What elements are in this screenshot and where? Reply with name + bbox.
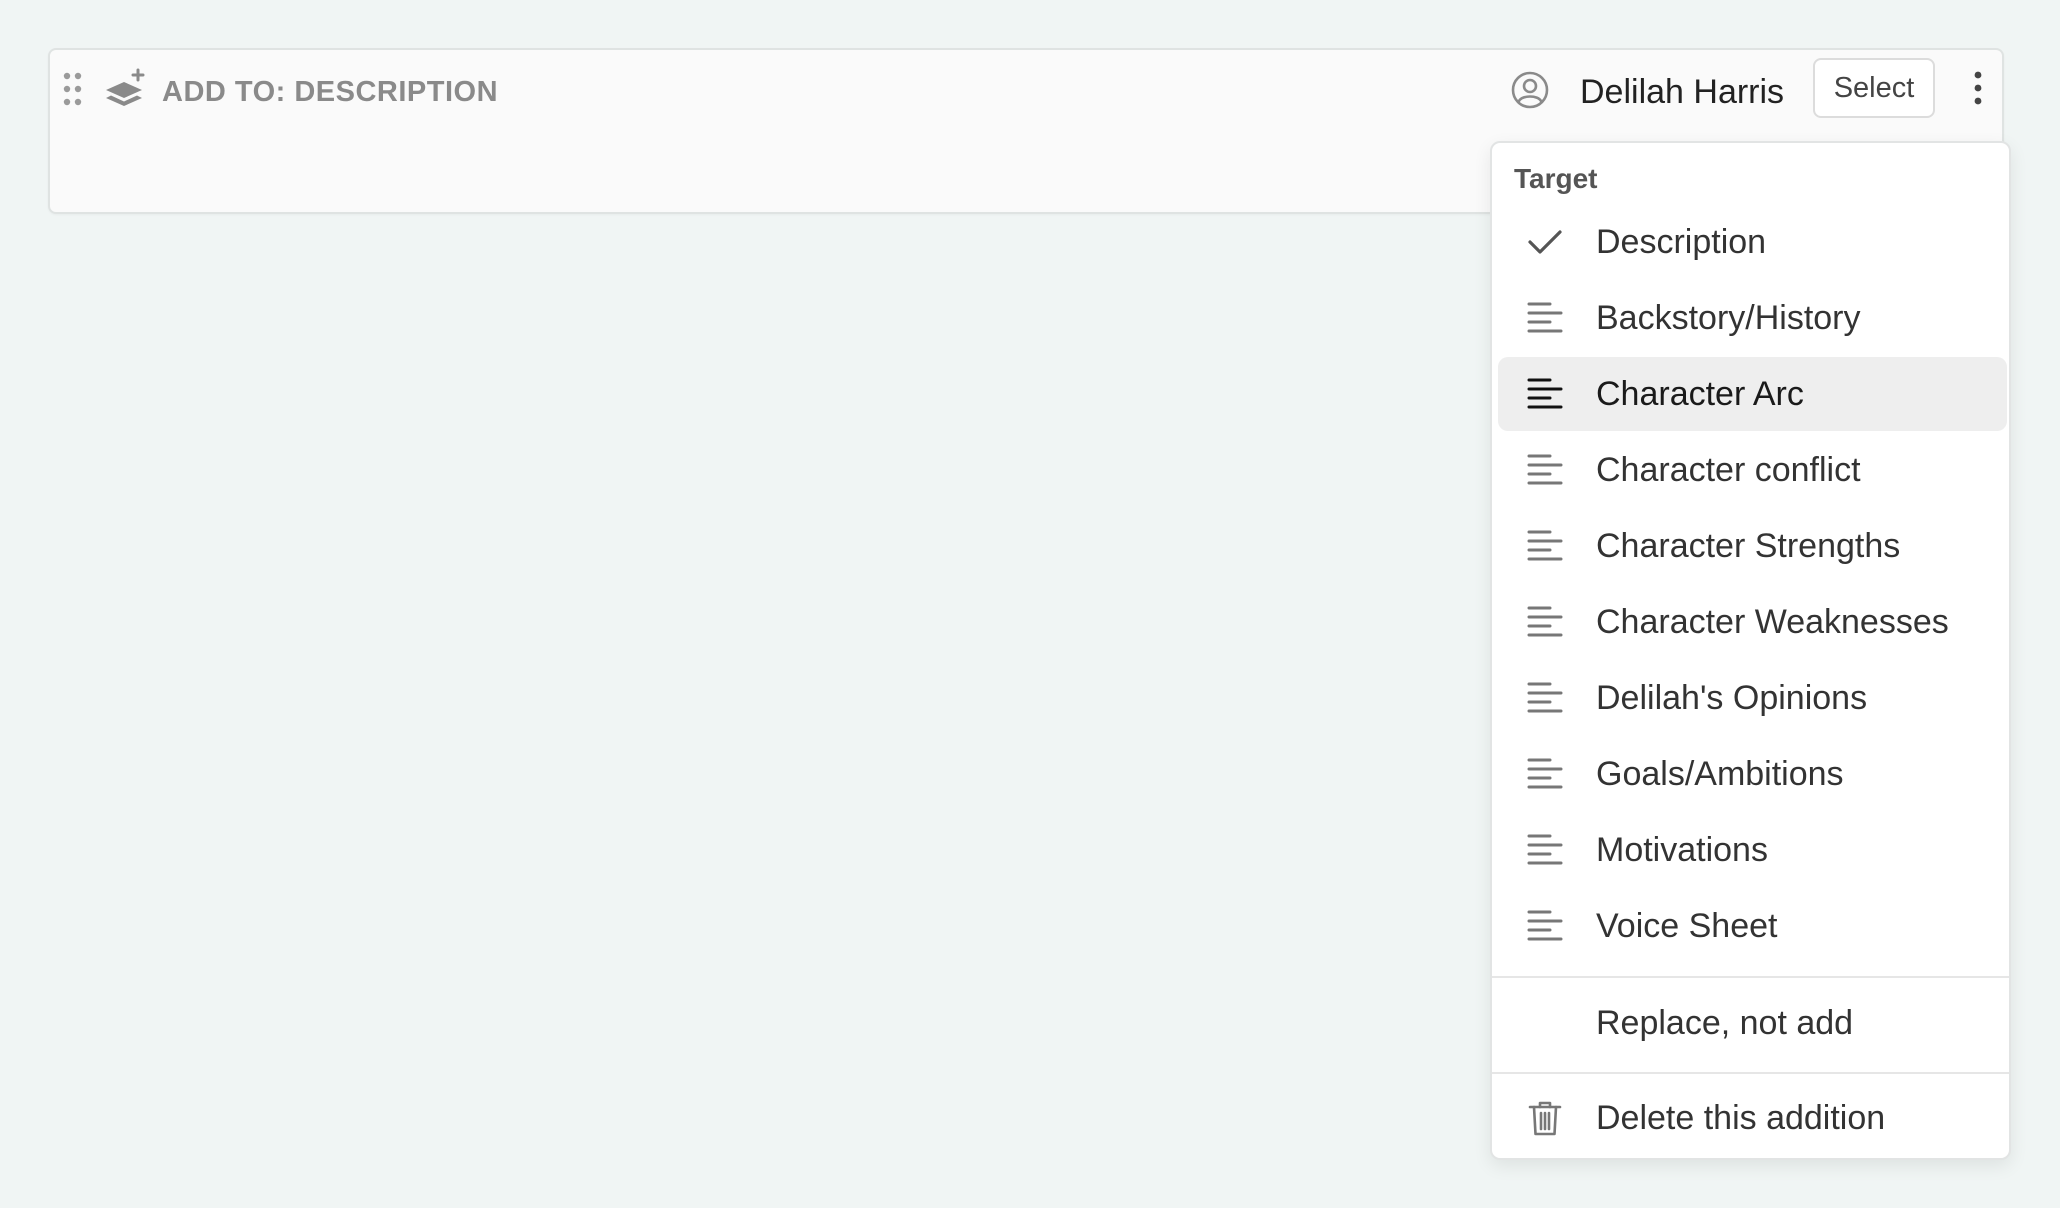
menu-item-voice-sheet[interactable]: Voice Sheet — [1498, 889, 2007, 963]
menu-item-label: Delete this addition — [1596, 1099, 1886, 1137]
menu-item-label: Voice Sheet — [1596, 907, 1778, 945]
menu-divider — [1492, 1072, 2009, 1074]
menu-item-delilahs-opinions[interactable]: Delilah's Opinions — [1498, 661, 2007, 735]
select-button[interactable]: Select — [1813, 58, 1935, 118]
menu-item-label: Delilah's Opinions — [1596, 679, 1868, 717]
text-lines-icon — [1527, 758, 1563, 789]
menu-item-label: Description — [1596, 223, 1767, 261]
text-lines-icon — [1527, 606, 1563, 637]
text-lines-icon — [1527, 302, 1563, 333]
trash-icon — [1528, 1101, 1562, 1136]
menu-item-goals-ambitions[interactable]: Goals/Ambitions — [1498, 737, 2007, 811]
card-title: ADD TO: DESCRIPTION — [162, 76, 499, 108]
user-circle-icon — [1511, 71, 1549, 109]
menu-item-label: Character Arc — [1596, 375, 1804, 413]
menu-item-label: Replace, not add — [1596, 1004, 1854, 1042]
menu-item-label: Character conflict — [1596, 451, 1861, 489]
layers-plus-icon — [106, 68, 145, 106]
user-name: Delilah Harris — [1580, 73, 1785, 111]
replace-not-add-option[interactable]: Replace, not add — [1498, 986, 2007, 1060]
menu-item-character-conflict[interactable]: Character conflict — [1498, 433, 2007, 507]
menu-item-description[interactable]: Description — [1498, 205, 2007, 279]
menu-item-label: Character Weaknesses — [1596, 603, 1949, 641]
menu-item-label: Backstory/History — [1596, 299, 1861, 337]
menu-item-label: Character Strengths — [1596, 527, 1901, 565]
check-icon — [1528, 230, 1562, 254]
menu-item-label: Goals/Ambitions — [1596, 755, 1844, 793]
menu-item-character-strengths[interactable]: Character Strengths — [1498, 509, 2007, 583]
text-lines-icon — [1527, 454, 1563, 485]
text-lines-icon — [1527, 910, 1563, 941]
menu-divider — [1492, 976, 2009, 978]
menu-item-character-arc[interactable]: Character Arc — [1498, 357, 2007, 431]
more-options-icon[interactable] — [1966, 64, 1990, 112]
menu-item-character-weaknesses[interactable]: Character Weaknesses — [1498, 585, 2007, 659]
text-lines-icon — [1527, 682, 1563, 713]
menu-header: Target — [1514, 163, 1598, 194]
delete-addition-option[interactable]: Delete this addition — [1498, 1081, 2007, 1155]
drag-handle-icon[interactable] — [62, 72, 84, 106]
target-menu: Target Description Backstory/History Cha… — [1490, 141, 2011, 1160]
text-lines-icon — [1527, 530, 1563, 561]
menu-item-backstory-history[interactable]: Backstory/History — [1498, 281, 2007, 355]
menu-item-motivations[interactable]: Motivations — [1498, 813, 2007, 887]
text-lines-icon — [1527, 378, 1563, 409]
text-lines-icon — [1527, 834, 1563, 865]
menu-item-label: Motivations — [1596, 831, 1768, 869]
